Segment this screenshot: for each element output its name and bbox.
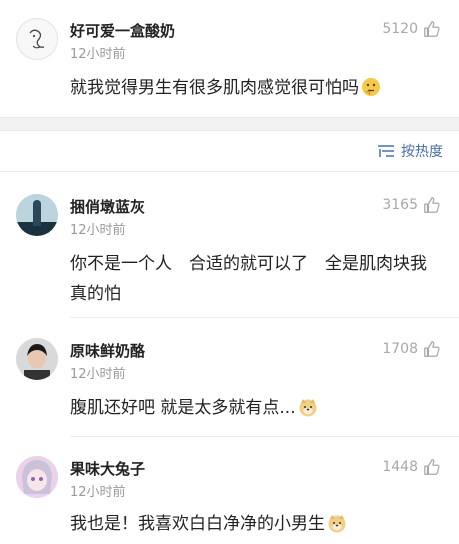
like-button[interactable]: 1448: [382, 458, 441, 476]
timestamp: 12小时前: [70, 485, 126, 500]
divider: [70, 317, 459, 318]
username[interactable]: 好可爱一盒酸奶: [70, 20, 175, 41]
avatar-illustration-icon: [18, 20, 57, 59]
comment-text: 我也是！我喜欢白白净净的小男生: [70, 509, 437, 539]
like-count: 3165: [382, 197, 418, 213]
like-count: 1708: [382, 341, 418, 357]
avatar[interactable]: [16, 456, 58, 498]
username[interactable]: 原味鲜奶酪: [70, 340, 145, 361]
username[interactable]: 果味大兔子: [70, 458, 145, 479]
comment-text: 腹肌还好吧 就是太多就有点...: [70, 393, 437, 423]
doge-emoji-icon: [298, 397, 318, 417]
avatar-photo-icon: [16, 194, 58, 236]
avatar-photo-icon: [16, 338, 58, 380]
thumbs-up-icon: [424, 21, 440, 37]
thinking-emoji-icon: [361, 77, 381, 97]
like-button[interactable]: 1708: [382, 340, 441, 358]
avatar[interactable]: [16, 338, 58, 380]
like-count: 1448: [382, 459, 418, 475]
thumbs-up-icon: [424, 459, 440, 475]
avatar-illustration-icon: [16, 456, 58, 498]
divider: [0, 171, 459, 172]
doge-emoji-icon: [327, 513, 347, 533]
thumbs-up-icon: [424, 197, 440, 213]
sort-label: 按热度: [401, 144, 443, 160]
like-count: 5120: [382, 21, 418, 37]
section-separator: [0, 117, 459, 131]
divider: [70, 436, 459, 437]
timestamp: 12小时前: [70, 223, 126, 238]
avatar[interactable]: [16, 194, 58, 236]
avatar[interactable]: [16, 18, 58, 60]
sort-button[interactable]: 按热度: [377, 141, 443, 161]
like-button[interactable]: 5120: [382, 20, 441, 38]
sort-lines-icon: [378, 145, 394, 157]
thumbs-up-icon: [424, 341, 440, 357]
username[interactable]: 捆俏墩蓝灰: [70, 196, 145, 217]
comment-text: 你不是一个人 合适的就可以了 全是肌肉块我真的怕: [70, 254, 427, 304]
comment-text: 就我觉得男生有很多肌肉感觉很可怕吗: [70, 73, 437, 103]
like-button[interactable]: 3165: [382, 196, 441, 214]
timestamp: 12小时前: [70, 47, 126, 62]
timestamp: 12小时前: [70, 367, 126, 382]
